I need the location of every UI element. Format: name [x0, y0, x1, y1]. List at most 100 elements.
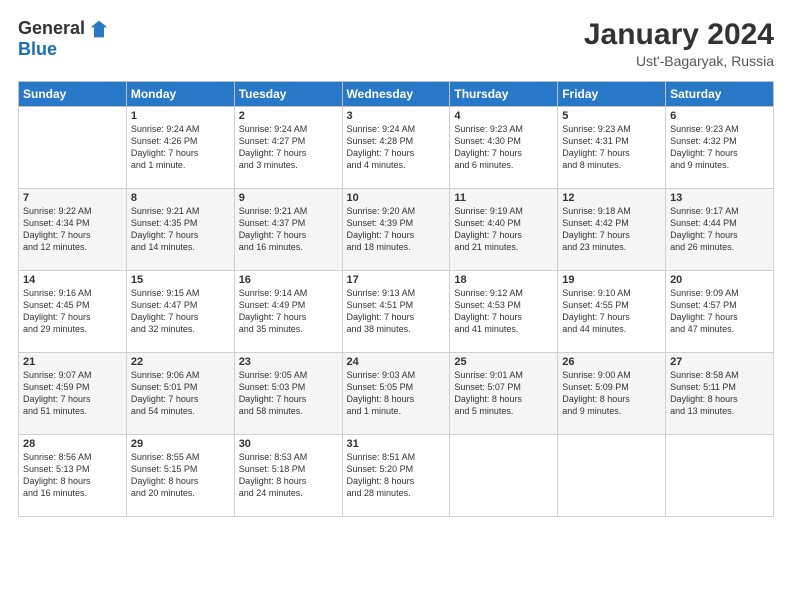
- day-header-wednesday: Wednesday: [342, 82, 450, 107]
- header: General Blue January 2024 Ust'-Bagaryak,…: [18, 18, 774, 69]
- calendar-cell: [666, 435, 774, 517]
- day-number: 20: [670, 274, 769, 286]
- logo-blue-text: Blue: [18, 39, 57, 59]
- month-title: January 2024: [584, 18, 774, 51]
- day-number: 30: [239, 438, 338, 450]
- calendar-cell: [19, 107, 127, 189]
- calendar-cell: 21Sunrise: 9:07 AMSunset: 4:59 PMDayligh…: [19, 353, 127, 435]
- week-row-2: 14Sunrise: 9:16 AMSunset: 4:45 PMDayligh…: [19, 271, 774, 353]
- calendar-cell: 8Sunrise: 9:21 AMSunset: 4:35 PMDaylight…: [126, 189, 234, 271]
- logo-icon: [89, 19, 109, 39]
- cell-content: Sunrise: 9:00 AMSunset: 5:09 PMDaylight:…: [562, 369, 661, 418]
- day-number: 19: [562, 274, 661, 286]
- calendar-cell: 31Sunrise: 8:51 AMSunset: 5:20 PMDayligh…: [342, 435, 450, 517]
- week-row-1: 7Sunrise: 9:22 AMSunset: 4:34 PMDaylight…: [19, 189, 774, 271]
- calendar-table: SundayMondayTuesdayWednesdayThursdayFrid…: [18, 81, 774, 517]
- cell-content: Sunrise: 9:21 AMSunset: 4:37 PMDaylight:…: [239, 205, 338, 254]
- calendar-cell: 9Sunrise: 9:21 AMSunset: 4:37 PMDaylight…: [234, 189, 342, 271]
- day-number: 22: [131, 356, 230, 368]
- cell-content: Sunrise: 9:03 AMSunset: 5:05 PMDaylight:…: [347, 369, 446, 418]
- day-header-monday: Monday: [126, 82, 234, 107]
- day-number: 4: [454, 110, 553, 122]
- calendar-cell: 27Sunrise: 8:58 AMSunset: 5:11 PMDayligh…: [666, 353, 774, 435]
- cell-content: Sunrise: 9:20 AMSunset: 4:39 PMDaylight:…: [347, 205, 446, 254]
- day-number: 14: [23, 274, 122, 286]
- calendar-cell: 18Sunrise: 9:12 AMSunset: 4:53 PMDayligh…: [450, 271, 558, 353]
- cell-content: Sunrise: 9:23 AMSunset: 4:32 PMDaylight:…: [670, 123, 769, 172]
- calendar-cell: 26Sunrise: 9:00 AMSunset: 5:09 PMDayligh…: [558, 353, 666, 435]
- day-number: 8: [131, 192, 230, 204]
- cell-content: Sunrise: 9:10 AMSunset: 4:55 PMDaylight:…: [562, 287, 661, 336]
- week-row-0: 1Sunrise: 9:24 AMSunset: 4:26 PMDaylight…: [19, 107, 774, 189]
- calendar-cell: 19Sunrise: 9:10 AMSunset: 4:55 PMDayligh…: [558, 271, 666, 353]
- cell-content: Sunrise: 9:23 AMSunset: 4:30 PMDaylight:…: [454, 123, 553, 172]
- cell-content: Sunrise: 8:51 AMSunset: 5:20 PMDaylight:…: [347, 451, 446, 500]
- cell-content: Sunrise: 9:06 AMSunset: 5:01 PMDaylight:…: [131, 369, 230, 418]
- day-number: 25: [454, 356, 553, 368]
- day-number: 6: [670, 110, 769, 122]
- cell-content: Sunrise: 9:01 AMSunset: 5:07 PMDaylight:…: [454, 369, 553, 418]
- day-number: 3: [347, 110, 446, 122]
- cell-content: Sunrise: 9:24 AMSunset: 4:27 PMDaylight:…: [239, 123, 338, 172]
- day-number: 31: [347, 438, 446, 450]
- cell-content: Sunrise: 9:13 AMSunset: 4:51 PMDaylight:…: [347, 287, 446, 336]
- week-row-4: 28Sunrise: 8:56 AMSunset: 5:13 PMDayligh…: [19, 435, 774, 517]
- day-number: 1: [131, 110, 230, 122]
- calendar-cell: 6Sunrise: 9:23 AMSunset: 4:32 PMDaylight…: [666, 107, 774, 189]
- day-number: 26: [562, 356, 661, 368]
- calendar-cell: 14Sunrise: 9:16 AMSunset: 4:45 PMDayligh…: [19, 271, 127, 353]
- calendar-cell: 20Sunrise: 9:09 AMSunset: 4:57 PMDayligh…: [666, 271, 774, 353]
- calendar-cell: 2Sunrise: 9:24 AMSunset: 4:27 PMDaylight…: [234, 107, 342, 189]
- cell-content: Sunrise: 9:17 AMSunset: 4:44 PMDaylight:…: [670, 205, 769, 254]
- day-number: 21: [23, 356, 122, 368]
- day-number: 13: [670, 192, 769, 204]
- calendar-cell: 15Sunrise: 9:15 AMSunset: 4:47 PMDayligh…: [126, 271, 234, 353]
- cell-content: Sunrise: 9:05 AMSunset: 5:03 PMDaylight:…: [239, 369, 338, 418]
- calendar-cell: 16Sunrise: 9:14 AMSunset: 4:49 PMDayligh…: [234, 271, 342, 353]
- cell-content: Sunrise: 8:55 AMSunset: 5:15 PMDaylight:…: [131, 451, 230, 500]
- cell-content: Sunrise: 9:21 AMSunset: 4:35 PMDaylight:…: [131, 205, 230, 254]
- calendar-cell: 10Sunrise: 9:20 AMSunset: 4:39 PMDayligh…: [342, 189, 450, 271]
- cell-content: Sunrise: 8:56 AMSunset: 5:13 PMDaylight:…: [23, 451, 122, 500]
- calendar-cell: 23Sunrise: 9:05 AMSunset: 5:03 PMDayligh…: [234, 353, 342, 435]
- day-number: 24: [347, 356, 446, 368]
- calendar-cell: 28Sunrise: 8:56 AMSunset: 5:13 PMDayligh…: [19, 435, 127, 517]
- day-number: 17: [347, 274, 446, 286]
- calendar-cell: 5Sunrise: 9:23 AMSunset: 4:31 PMDaylight…: [558, 107, 666, 189]
- cell-content: Sunrise: 9:23 AMSunset: 4:31 PMDaylight:…: [562, 123, 661, 172]
- cell-content: Sunrise: 9:22 AMSunset: 4:34 PMDaylight:…: [23, 205, 122, 254]
- day-header-friday: Friday: [558, 82, 666, 107]
- logo: General Blue: [18, 18, 109, 60]
- calendar-cell: [558, 435, 666, 517]
- day-number: 16: [239, 274, 338, 286]
- calendar-cell: 29Sunrise: 8:55 AMSunset: 5:15 PMDayligh…: [126, 435, 234, 517]
- cell-content: Sunrise: 9:09 AMSunset: 4:57 PMDaylight:…: [670, 287, 769, 336]
- day-header-saturday: Saturday: [666, 82, 774, 107]
- day-number: 12: [562, 192, 661, 204]
- week-row-3: 21Sunrise: 9:07 AMSunset: 4:59 PMDayligh…: [19, 353, 774, 435]
- cell-content: Sunrise: 9:15 AMSunset: 4:47 PMDaylight:…: [131, 287, 230, 336]
- cell-content: Sunrise: 9:24 AMSunset: 4:26 PMDaylight:…: [131, 123, 230, 172]
- cell-content: Sunrise: 9:18 AMSunset: 4:42 PMDaylight:…: [562, 205, 661, 254]
- calendar-cell: 25Sunrise: 9:01 AMSunset: 5:07 PMDayligh…: [450, 353, 558, 435]
- cell-content: Sunrise: 9:16 AMSunset: 4:45 PMDaylight:…: [23, 287, 122, 336]
- day-number: 28: [23, 438, 122, 450]
- calendar-cell: 24Sunrise: 9:03 AMSunset: 5:05 PMDayligh…: [342, 353, 450, 435]
- calendar-cell: 30Sunrise: 8:53 AMSunset: 5:18 PMDayligh…: [234, 435, 342, 517]
- calendar-cell: 11Sunrise: 9:19 AMSunset: 4:40 PMDayligh…: [450, 189, 558, 271]
- day-header-thursday: Thursday: [450, 82, 558, 107]
- day-number: 5: [562, 110, 661, 122]
- calendar-cell: 3Sunrise: 9:24 AMSunset: 4:28 PMDaylight…: [342, 107, 450, 189]
- calendar-cell: 17Sunrise: 9:13 AMSunset: 4:51 PMDayligh…: [342, 271, 450, 353]
- day-number: 11: [454, 192, 553, 204]
- day-number: 10: [347, 192, 446, 204]
- cell-content: Sunrise: 9:12 AMSunset: 4:53 PMDaylight:…: [454, 287, 553, 336]
- cell-content: Sunrise: 9:07 AMSunset: 4:59 PMDaylight:…: [23, 369, 122, 418]
- day-number: 18: [454, 274, 553, 286]
- page: General Blue January 2024 Ust'-Bagaryak,…: [0, 0, 792, 612]
- cell-content: Sunrise: 8:53 AMSunset: 5:18 PMDaylight:…: [239, 451, 338, 500]
- calendar-cell: 7Sunrise: 9:22 AMSunset: 4:34 PMDaylight…: [19, 189, 127, 271]
- day-number: 2: [239, 110, 338, 122]
- calendar-cell: 12Sunrise: 9:18 AMSunset: 4:42 PMDayligh…: [558, 189, 666, 271]
- calendar-cell: 4Sunrise: 9:23 AMSunset: 4:30 PMDaylight…: [450, 107, 558, 189]
